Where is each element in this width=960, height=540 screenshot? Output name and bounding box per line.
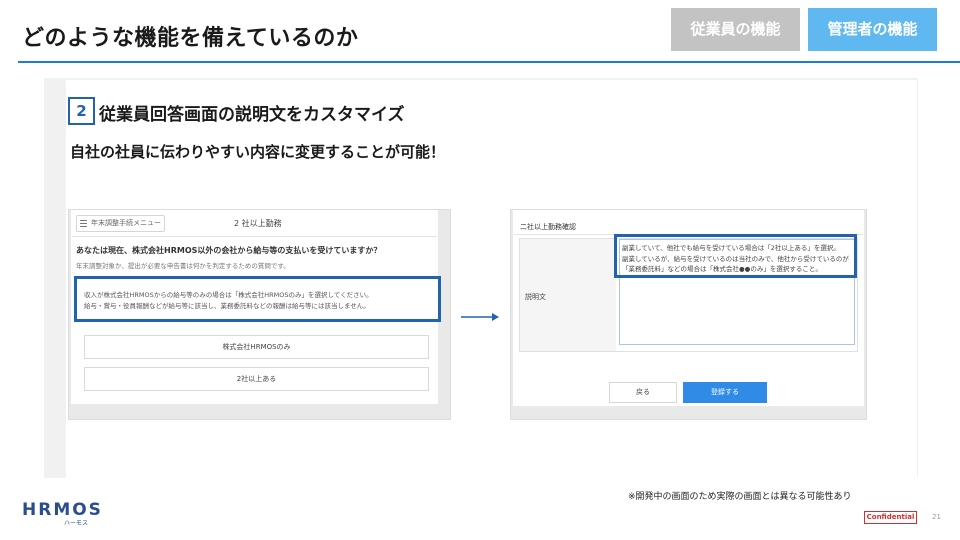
menu-list-icon [80, 220, 87, 227]
description-field-label: 説明文 [525, 293, 546, 301]
employee-screen-divider [72, 236, 437, 237]
admin-description-text: 副業していて、他社でも給与を受けている場合は「2社以上ある」を選択。 副業してい… [622, 244, 849, 273]
option-button-two-or-more[interactable]: 2社以上ある [84, 367, 429, 391]
option-button-hrmos-only[interactable]: 株式会社HRMOSのみ [84, 335, 429, 359]
development-note: ※開発中の画面のため実際の画面とは異なる可能性あり [628, 492, 852, 502]
question-subtext: 年末調整対象か、提出が必要な申告書は何かを判定するための質問です。 [76, 262, 290, 270]
question-text: あなたは現在、株式会社HRMOS以外の会社から給与等の支払いを受けていますか？ [76, 246, 382, 255]
slide-title: どのような機能を備えているのか [22, 26, 359, 51]
slide-header: どのような機能を備えているのか 従業員の機能 管理者の機能 [0, 0, 960, 62]
step-label: 2 社以上勤務 [234, 219, 282, 228]
year-end-menu-button[interactable]: 年末調整手続メニュー [76, 215, 165, 232]
tab-admin-features[interactable]: 管理者の機能 [808, 8, 937, 51]
register-button[interactable]: 登録する [683, 382, 767, 403]
employee-description-text: 収入が株式会社HRMOSからの給与等のみの場合は「株式会社HRMOSのみ」を選択… [84, 291, 373, 310]
back-button[interactable]: 戻る [609, 382, 677, 403]
hrmos-logo: HRMOS [22, 500, 103, 520]
right-arrow-icon [461, 313, 499, 321]
header-divider [18, 61, 960, 63]
section-title: 従業員回答画面の説明文をカスタマイズ [99, 105, 405, 125]
hrmos-logo-subtitle: ハーモス [64, 520, 89, 527]
admin-screen-title: 二社以上勤務確認 [520, 223, 576, 231]
confidential-badge: Confidential [864, 511, 917, 524]
section-number-badge: 2 [68, 97, 95, 125]
tab-employee-features[interactable]: 従業員の機能 [671, 8, 800, 51]
page-number: 21 [932, 513, 941, 521]
section-lead-text: 自社の社員に伝わりやすい内容に変更することが可能！ [70, 143, 446, 161]
